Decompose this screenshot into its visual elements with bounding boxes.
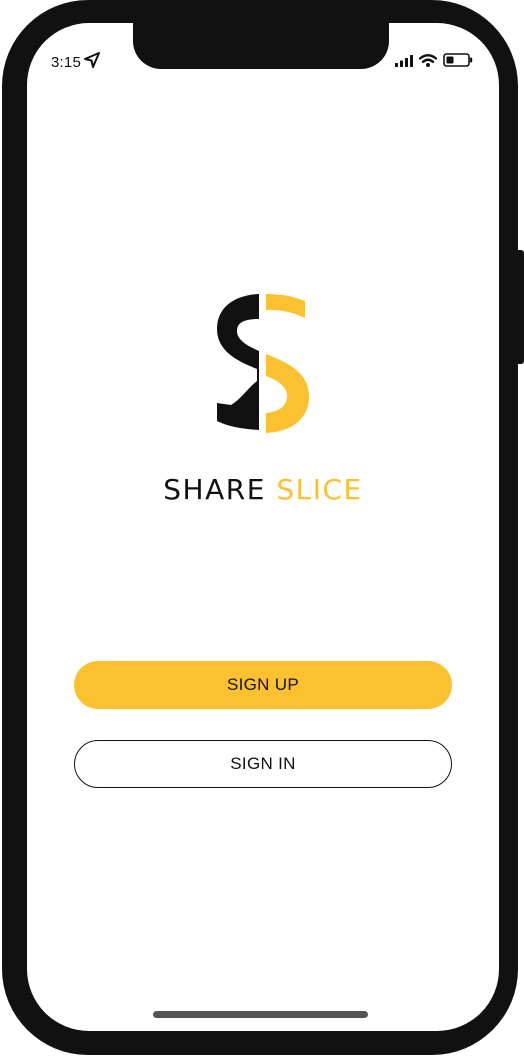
status-time: 3:15 <box>51 54 81 71</box>
side-button <box>517 250 524 364</box>
app-name-part2: SLICE <box>276 473 363 506</box>
battery-icon <box>443 53 473 72</box>
home-indicator[interactable] <box>153 1011 368 1018</box>
status-right <box>395 53 473 72</box>
notch <box>133 23 389 69</box>
logo-right-half <box>266 294 309 433</box>
sign-up-button[interactable]: SIGN UP <box>74 661 452 709</box>
sign-in-label: SIGN IN <box>230 754 296 773</box>
sign-in-button[interactable]: SIGN IN <box>74 740 452 788</box>
cellular-signal-icon <box>395 54 413 72</box>
screen: 3:15 SHARE SLICE SIGN UP SIGN IN <box>27 23 499 1031</box>
logo-left-half <box>217 294 259 430</box>
sign-up-label: SIGN UP <box>226 675 299 694</box>
app-name-part1: SHARE <box>163 473 266 506</box>
share-slice-logo <box>213 291 313 437</box>
battery-fill <box>446 56 454 64</box>
status-left: 3:15 <box>51 51 101 74</box>
wifi-icon <box>418 53 438 72</box>
location-arrow-icon <box>83 51 101 74</box>
app-name: SHARE SLICE <box>27 470 499 510</box>
